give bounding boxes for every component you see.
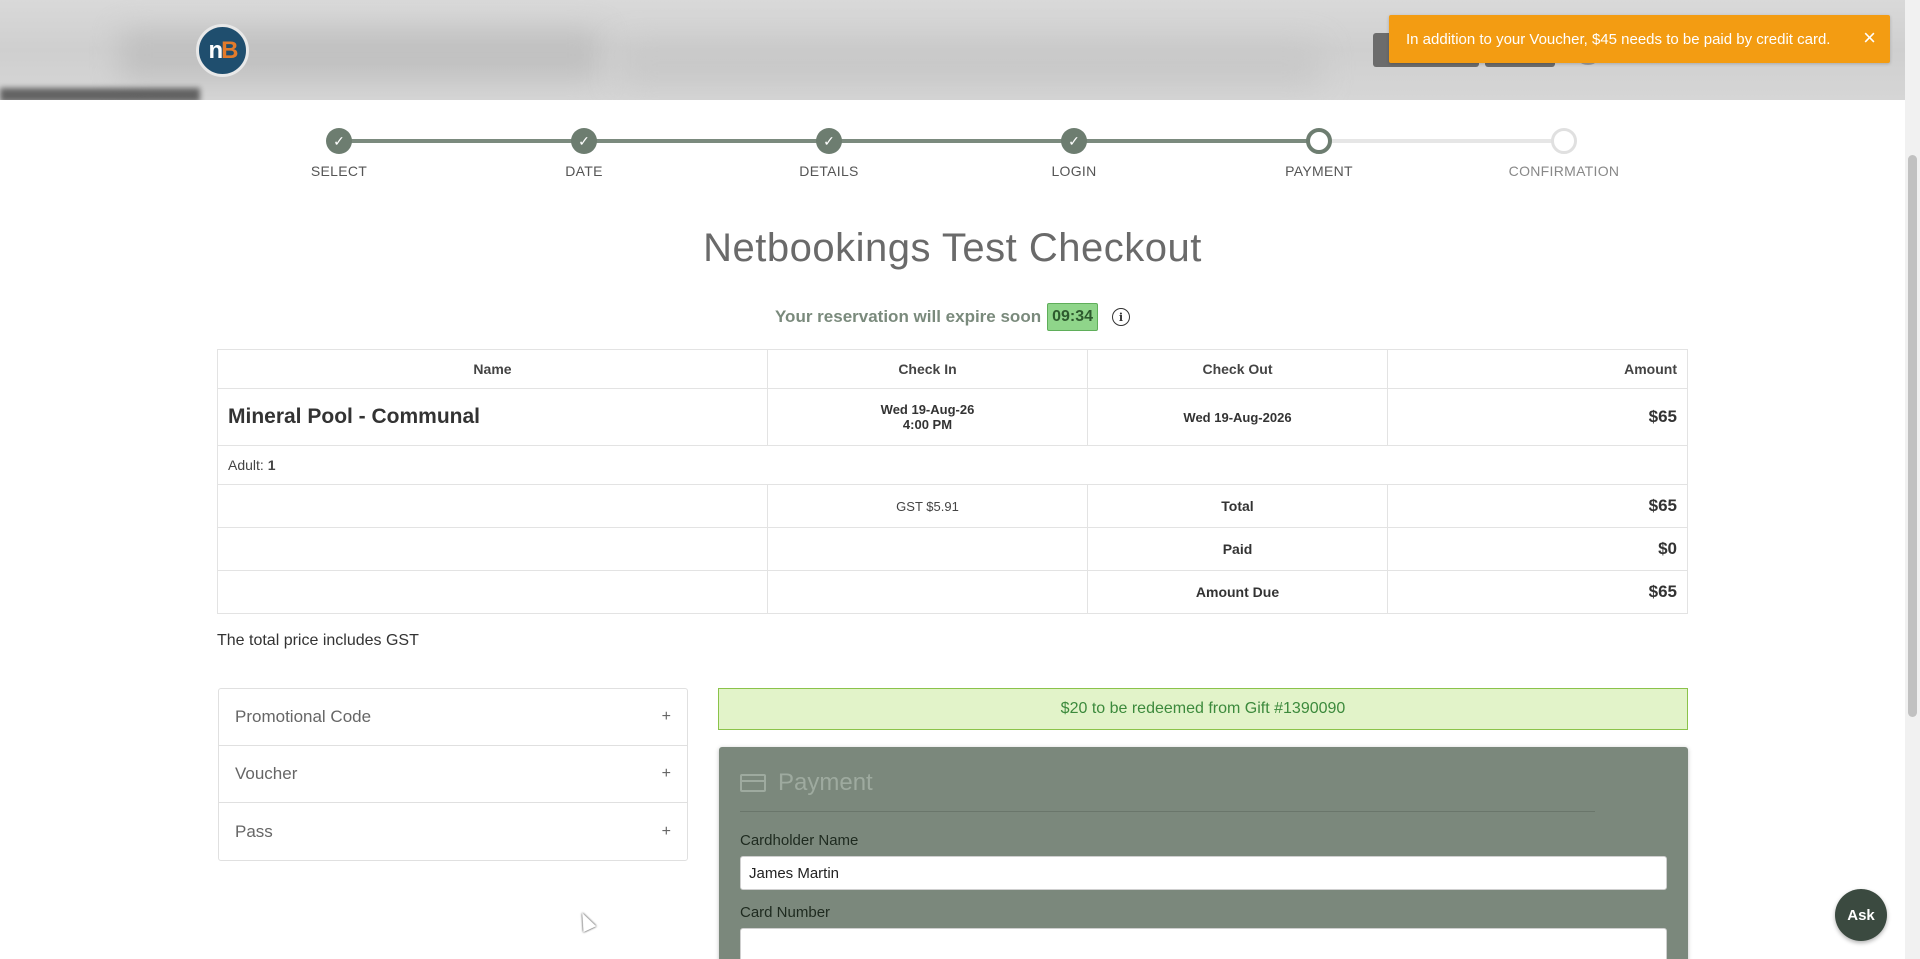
- empty-cell: [217, 484, 768, 528]
- amount-due-label: Amount Due: [1087, 570, 1388, 614]
- booking-summary-table: Name Check In Check Out Amount Mineral P…: [217, 349, 1688, 614]
- empty-cell: [767, 570, 1088, 614]
- column-header-check-in: Check In: [767, 349, 1088, 389]
- card-number-label: Card Number: [740, 904, 831, 921]
- accordion-promotional-code[interactable]: Promotional Code +: [219, 689, 687, 746]
- plus-icon: +: [661, 708, 671, 725]
- step-select[interactable]: ✓ SELECT: [269, 126, 409, 179]
- table-header-row: Name Check In Check Out Amount: [217, 349, 1688, 389]
- check-out-date: Wed 19-Aug-2026: [1087, 388, 1388, 446]
- column-header-amount: Amount: [1387, 349, 1688, 389]
- ask-chat-button[interactable]: Ask: [1835, 889, 1887, 941]
- info-icon[interactable]: i: [1112, 308, 1131, 326]
- pending-step-icon: [1551, 128, 1577, 154]
- accordion-label: Voucher: [235, 764, 298, 783]
- amount-due-value: $65: [1387, 570, 1688, 614]
- item-amount: $65: [1387, 388, 1688, 446]
- table-row: GST $5.91 Total $65: [217, 484, 1688, 528]
- total-value: $65: [1387, 484, 1688, 528]
- empty-cell: [767, 527, 1088, 571]
- step-label: CONFIRMATION: [1508, 163, 1620, 179]
- empty-cell: [217, 527, 768, 571]
- credit-card-icon: [740, 774, 766, 792]
- accordion-label: Promotional Code: [235, 707, 372, 726]
- step-login[interactable]: ✓ LOGIN: [1004, 126, 1144, 179]
- column-header-name: Name: [217, 349, 768, 389]
- header-background-blur: [0, 88, 200, 100]
- gst-amount: GST $5.91: [767, 484, 1088, 528]
- total-label: Total: [1087, 484, 1388, 528]
- expiry-text: Your reservation will expire soon: [774, 307, 1042, 326]
- reservation-expiry: Your reservation will expire soon 09:34 …: [0, 303, 1905, 331]
- gst-note: The total price includes GST: [217, 632, 419, 649]
- check-in-time: 4:00 PM: [902, 417, 953, 432]
- step-confirmation: CONFIRMATION: [1494, 126, 1634, 179]
- payment-header: Payment: [740, 769, 1595, 812]
- column-header-check-out: Check Out: [1087, 349, 1388, 389]
- cardholder-name-input[interactable]: [740, 856, 1667, 890]
- step-payment: PAYMENT: [1249, 126, 1389, 179]
- page-scrollbar[interactable]: [1905, 0, 1920, 959]
- checkout-progress-stepper: ✓ SELECT ✓ DATE ✓ DETAILS ✓ LOGIN PAYMEN…: [218, 126, 1693, 186]
- table-row: Paid $0: [217, 527, 1688, 571]
- card-number-input[interactable]: [740, 928, 1667, 959]
- step-date[interactable]: ✓ DATE: [514, 126, 654, 179]
- step-label: PAYMENT: [1285, 163, 1353, 179]
- accordion-pass[interactable]: Pass +: [219, 803, 687, 860]
- table-row: Adult: 1: [217, 445, 1688, 485]
- mouse-cursor-icon: [575, 909, 597, 933]
- countdown-timer: 09:34: [1047, 303, 1099, 331]
- cardholder-name-label: Cardholder Name: [740, 832, 859, 849]
- adult-label: Adult:: [228, 457, 264, 473]
- close-icon[interactable]: ×: [1863, 26, 1876, 50]
- item-name: Mineral Pool - Communal: [217, 388, 768, 446]
- check-icon: ✓: [816, 128, 842, 154]
- logo-letter-b: B: [221, 36, 238, 64]
- header-background-blur: [620, 45, 1320, 85]
- gift-redeem-banner: $20 to be redeemed from Gift #1390090: [718, 688, 1688, 730]
- adult-count-cell: Adult: 1: [217, 445, 1688, 485]
- empty-cell: [217, 570, 768, 614]
- logo-letter-n: n: [208, 36, 223, 64]
- page-title: Netbookings Test Checkout: [703, 226, 1202, 270]
- discount-accordion: Promotional Code + Voucher + Pass +: [218, 688, 688, 861]
- table-row: Amount Due $65: [217, 570, 1688, 614]
- check-icon: ✓: [326, 128, 352, 154]
- step-label: DETAILS: [799, 163, 859, 179]
- table-row: Mineral Pool - Communal Wed 19-Aug-26 4:…: [217, 388, 1688, 446]
- step-label: LOGIN: [1051, 163, 1097, 179]
- netbookings-logo[interactable]: nB: [196, 24, 249, 77]
- paid-value: $0: [1387, 527, 1688, 571]
- adult-count: 1: [267, 457, 276, 473]
- toast-message: In addition to your Voucher, $45 needs t…: [1406, 30, 1831, 48]
- accordion-label: Pass: [235, 821, 273, 841]
- step-details[interactable]: ✓ DETAILS: [759, 126, 899, 179]
- check-in-date: Wed 19-Aug-26: [880, 402, 975, 417]
- header-background-blur: [120, 30, 600, 80]
- step-label: DATE: [565, 163, 603, 179]
- plus-icon: +: [661, 765, 671, 782]
- paid-label: Paid: [1087, 527, 1388, 571]
- scrollbar-thumb[interactable]: [1908, 155, 1917, 717]
- step-label: SELECT: [310, 163, 368, 179]
- check-in-cell: Wed 19-Aug-26 4:00 PM: [767, 388, 1088, 446]
- plus-icon: +: [661, 822, 671, 840]
- check-icon: ✓: [571, 128, 597, 154]
- payment-title: Payment: [778, 769, 873, 796]
- notification-toast: In addition to your Voucher, $45 needs t…: [1389, 15, 1890, 63]
- accordion-voucher[interactable]: Voucher +: [219, 746, 687, 803]
- current-step-icon: [1306, 128, 1332, 154]
- check-icon: ✓: [1061, 128, 1087, 154]
- payment-panel: Payment Cardholder Name Card Number: [719, 747, 1688, 959]
